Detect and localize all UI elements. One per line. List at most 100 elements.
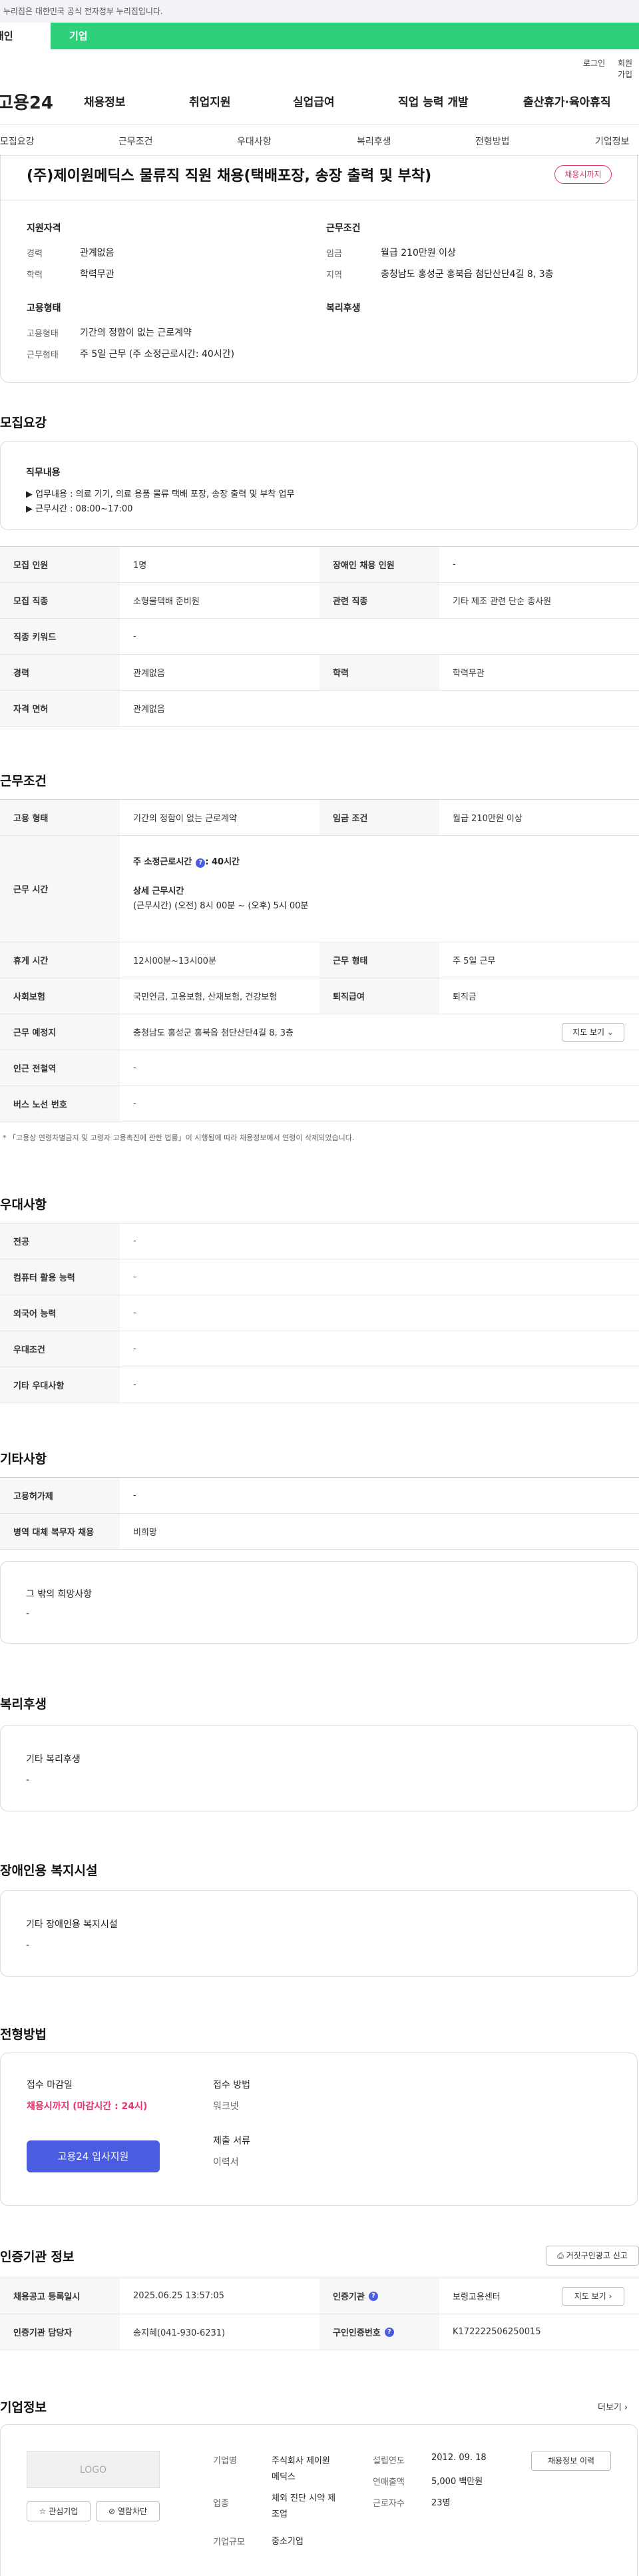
th-wage: 임금 조건: [320, 800, 439, 835]
anchor-welfare[interactable]: 복리후생: [357, 135, 391, 148]
region-label: 지역: [326, 270, 342, 280]
th-job-type: 모집 직종: [0, 583, 120, 618]
welfare-title: 기타 복리후생: [26, 1754, 81, 1765]
login-link[interactable]: 로그인: [583, 57, 605, 69]
cert-table: 채용공고 등록일시 2025.06.25 13:57:05 인증기관? 보령고용…: [0, 2278, 639, 2350]
industry-value: 체외 진단 시약 제 조업: [272, 2493, 336, 2519]
welfare-summary-title: 복리후생: [326, 303, 361, 314]
hours-main: 주 소정근로시간?: 40시간: [133, 854, 240, 868]
table-row: 고용 형태 기간의 정함이 없는 근로계약 임금 조건 월급 210만원 이상: [0, 800, 639, 836]
job-title: (주)제이원메딕스 물류직 직원 채용(택배포장, 송장 출력 및 부착): [27, 168, 432, 184]
size-label: 기업규모: [213, 2537, 245, 2547]
map-button-label: 지도 보기: [572, 1028, 605, 1037]
hours-detail-title: 상세 근무시간: [133, 886, 184, 896]
td-permit: -: [133, 1490, 136, 1500]
td-military: 비희망: [133, 1528, 157, 1538]
anchor-company[interactable]: 기업정보: [595, 135, 630, 148]
wage-label: 임금: [326, 249, 342, 259]
td-pref-etc: -: [133, 1380, 136, 1390]
welfare-value: -: [26, 1775, 30, 1785]
docs-value: 이력서: [213, 2157, 239, 2168]
emp-count-value: 23명: [431, 2498, 451, 2508]
section-etc-title: 기타사항: [0, 1452, 47, 1466]
fav-company-button[interactable]: ☆ 관심기업: [27, 2501, 91, 2521]
anchor-process[interactable]: 전형방법: [475, 135, 510, 148]
table-row: 인근 전철역 -: [0, 1050, 639, 1086]
global-nav: 로그인 회원가입 고용24 채용정보 취업지원 실업급여 직업 능력 개발 출산…: [0, 49, 639, 132]
section-welfare-title: 복리후생: [0, 1697, 47, 1712]
industry-label: 업종: [213, 2499, 229, 2509]
th-bus: 버스 노선 번호: [0, 1086, 120, 1122]
table-row: 외국어 능력 -: [0, 1295, 639, 1331]
map-button[interactable]: 지도 보기 ⌄: [562, 1023, 624, 1042]
company-name: 주식회사 제이원 메딕스: [272, 2456, 330, 2482]
company-more-link[interactable]: 더보기 ›: [598, 2400, 628, 2413]
method-value: 워크넷: [213, 2101, 239, 2112]
tab-personal[interactable]: 개인: [0, 23, 51, 49]
section-pref-title: 우대사항: [0, 1197, 47, 1212]
td-bus: -: [133, 1099, 136, 1109]
welfare-box: 기타 복리후생 -: [0, 1725, 638, 1811]
site-logo[interactable]: 고용24: [0, 89, 53, 114]
emp-count-label: 근로자수: [373, 2499, 405, 2509]
tab-personal-label: 개인: [0, 30, 13, 42]
hours-main-value: : 40시간: [205, 857, 240, 867]
td-manager: 송지혜(041-930-6231): [133, 2328, 226, 2338]
td-break: 12시00분~13시00분: [133, 956, 216, 966]
agency-map-button[interactable]: 지도 보기 ›: [562, 2287, 624, 2306]
status-badge: 채용시까지: [554, 165, 612, 184]
info-icon[interactable]: ?: [368, 2291, 378, 2301]
job-history-button[interactable]: 채용정보 이력: [531, 2451, 611, 2471]
th-form: 근무 형태: [320, 942, 439, 978]
report-button-label: 거짓구인광고 신고: [566, 2251, 628, 2260]
table-row: 컴퓨터 활용 능력 -: [0, 1259, 639, 1295]
found-value: 2012. 09. 18: [431, 2453, 487, 2463]
join-link[interactable]: 회원가입: [618, 57, 639, 80]
table-row: 기타 우대사항 -: [0, 1367, 639, 1403]
hours-detail: (근무시간) (오전) 8시 00분 ~ (오후) 5시 00분: [133, 901, 309, 911]
age-note: * 「고용상 연령차별금지 및 고령자 고용촉진에 관한 법률」이 시행됨에 따…: [3, 1133, 355, 1142]
block-company-button[interactable]: ⊘ 열람차단: [96, 2501, 160, 2521]
td-computer: -: [133, 1272, 136, 1282]
td-keyword: -: [133, 631, 136, 641]
lock-icon: ⎙: [557, 2251, 564, 2260]
edu-label: 학력: [27, 270, 43, 280]
td-place: 충청남도 홍성군 홍북읍 첨단산단4길 8, 3층: [133, 1028, 294, 1038]
gnb-skill-development[interactable]: 직업 능력 개발: [398, 93, 469, 109]
th-break: 휴게 시간: [0, 942, 120, 978]
wage-value: 월급 210만원 이상: [381, 248, 456, 258]
section-work-title: 근무조건: [0, 774, 47, 789]
gnb-unemployment-benefit[interactable]: 실업급여: [293, 93, 335, 109]
th-edu: 학력: [320, 655, 439, 690]
info-icon[interactable]: ?: [196, 858, 206, 868]
th-date: 채용공고 등록일시: [0, 2278, 120, 2314]
report-button[interactable]: ⎙ 거짓구인광고 신고: [546, 2246, 639, 2266]
anchor-tabs: 모집요강 근무조건 우대사항 복리후생 전형방법 기업정보: [0, 124, 639, 156]
info-icon[interactable]: ?: [384, 2327, 394, 2337]
th-related-job: 관련 직종: [320, 583, 439, 618]
gnb-parental-leave[interactable]: 출산휴가·육아휴직: [523, 93, 611, 109]
section-recruit-title: 모집요강: [0, 416, 47, 430]
th-auth-label: 구인인증번호: [333, 2328, 381, 2338]
td-retirement: 퇴직금: [453, 992, 477, 1002]
anchor-recruit[interactable]: 모집요강: [0, 135, 35, 148]
table-row: 근무 예정지 충청남도 홍성군 홍북읍 첨단산단4길 8, 3층 지도 보기 ⌄: [0, 1014, 639, 1050]
table-row: 전공 -: [0, 1223, 639, 1259]
td-job-type: 소형물택배 준비원: [133, 597, 200, 607]
anchor-pref[interactable]: 우대사항: [237, 135, 272, 148]
tab-corporate[interactable]: 기업: [69, 23, 88, 49]
apply-button[interactable]: 고용24 입사지원: [27, 2140, 160, 2172]
td-auth: K172222506250015: [453, 2327, 541, 2337]
workform-label: 근무형태: [27, 350, 59, 360]
section-company-title: 기업정보: [0, 2400, 47, 2415]
edu-value: 학력무관: [80, 269, 114, 280]
td-form: 주 5일 근무: [453, 956, 496, 966]
anchor-work[interactable]: 근무조건: [118, 135, 153, 148]
hours-main-label: 주 소정근로시간: [133, 857, 192, 867]
gnb-job-info[interactable]: 채용정보: [84, 93, 126, 109]
gnb-employment-support[interactable]: 취업지원: [189, 93, 231, 109]
th-computer: 컴퓨터 활용 능력: [0, 1259, 120, 1295]
td-related-job: 기타 제조 관련 단순 종사원: [453, 597, 552, 607]
method-title: 접수 방법: [213, 2080, 250, 2091]
etc-table: 고용허가제 - 병역 대체 복무자 채용 비희망: [0, 1477, 639, 1550]
